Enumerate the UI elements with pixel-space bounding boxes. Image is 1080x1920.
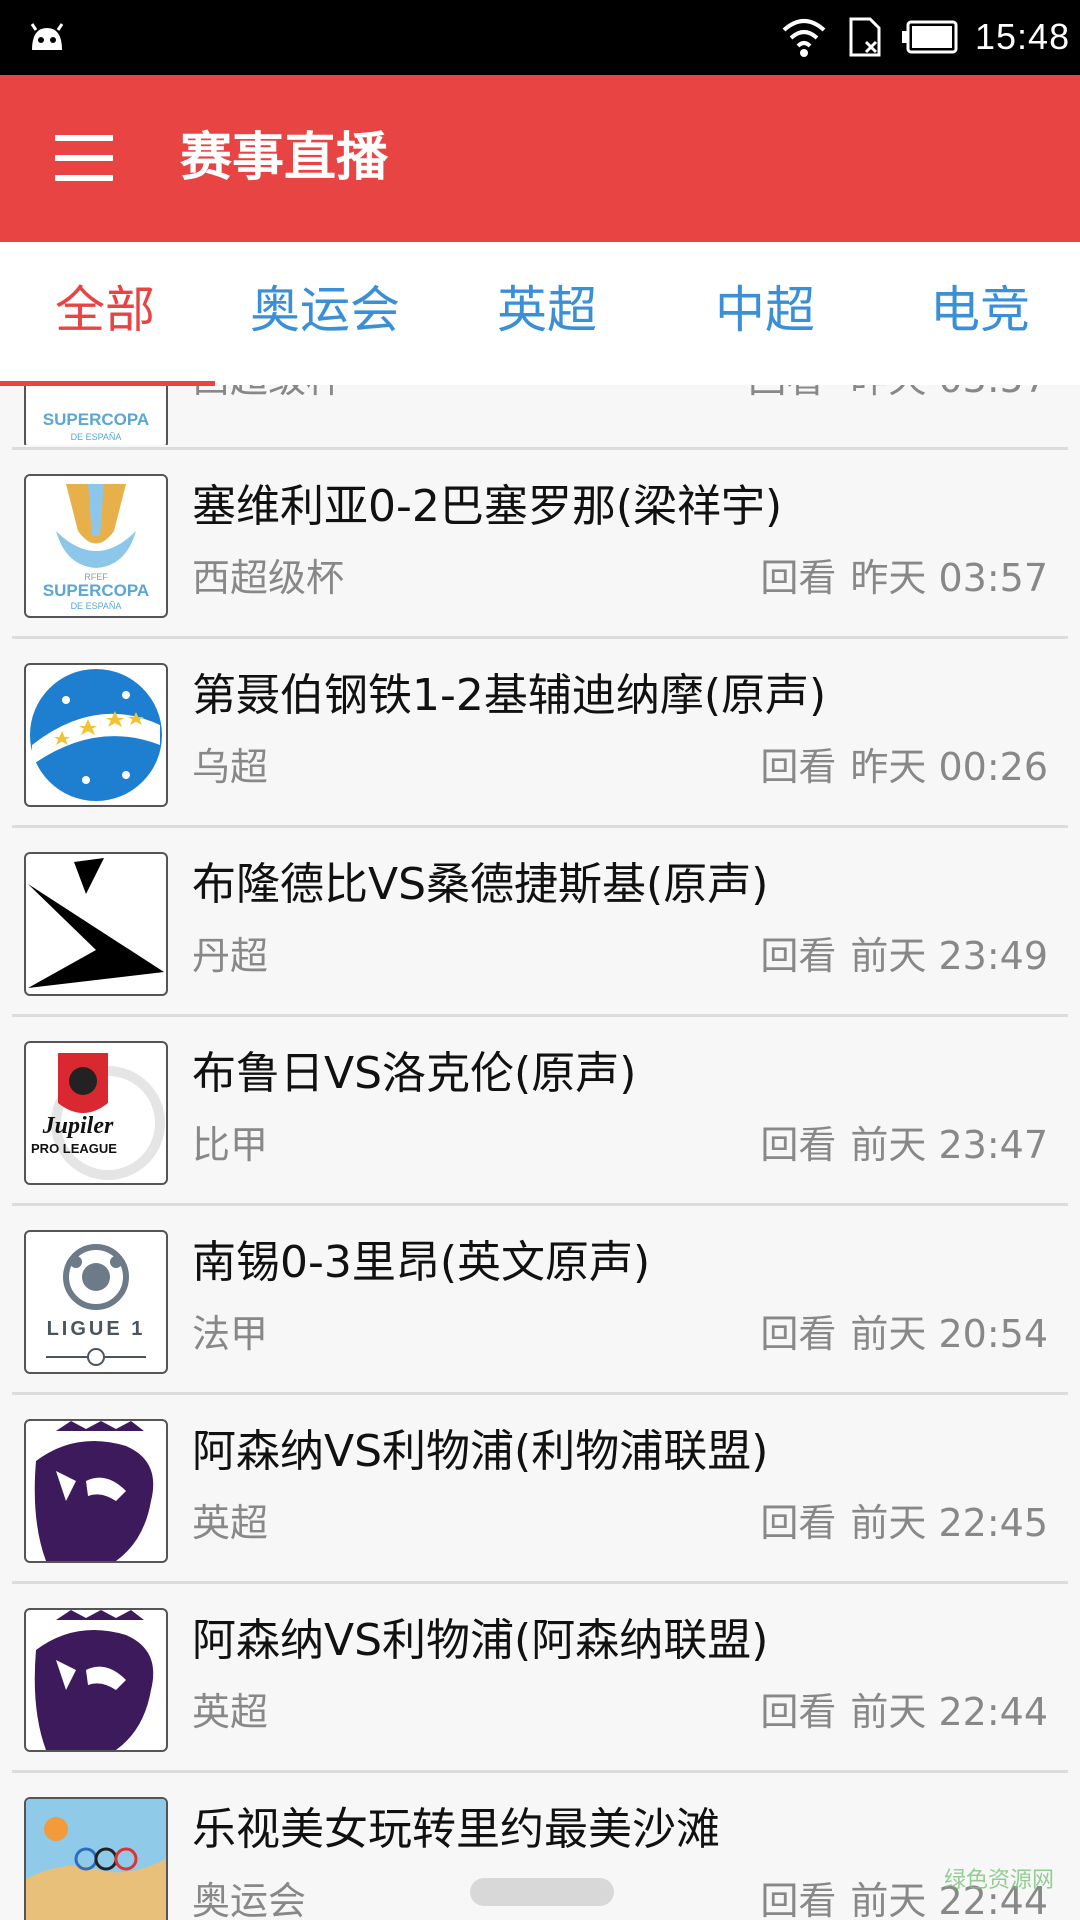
list-item-partial[interactable]: SUPERCOPA DE ESPAÑA 西超级杯 回看 昨天 03:57 <box>12 385 1068 445</box>
list-item[interactable]: 布隆德比VS桑德捷斯基(原声) 丹超 回看 前天 23:49 <box>12 840 1068 1028</box>
scroll-handle[interactable] <box>470 1878 614 1906</box>
list-item-meta: 回看 前天 23:47 <box>760 1121 1048 1169</box>
list-item-meta: 回看 昨天 00:26 <box>760 743 1048 791</box>
match-title: 南锡0-3里昂(英文原声) <box>192 1237 651 1288</box>
league-name: 英超 <box>192 1501 269 1545</box>
match-time: 前天 23:49 <box>850 934 1048 978</box>
divider <box>12 447 1068 450</box>
supercopa-logo-icon: SUPERCOPA DE ESPAÑA <box>24 385 168 445</box>
list-item-meta: 回看 前天 23:49 <box>760 932 1048 980</box>
replay-label: 回看 <box>760 1690 837 1734</box>
page-title: 赛事直播 <box>180 128 389 188</box>
list-item-meta: 回看 前天 20:54 <box>760 1310 1048 1358</box>
match-time: 前天 22:44 <box>850 1690 1048 1734</box>
list-item-meta: 回看 昨天 03:57 <box>760 554 1048 602</box>
tab-premier-league[interactable]: 英超 <box>497 280 597 340</box>
replay-label: 回看 <box>760 745 837 789</box>
match-title: 塞维利亚0-2巴塞罗那(梁祥宇) <box>192 481 783 532</box>
divider <box>12 636 1068 639</box>
replay-label: 回看 <box>760 1879 837 1920</box>
status-time: 15:48 <box>975 16 1071 57</box>
status-bar: 15:48 <box>0 0 1080 75</box>
list-item-time: 昨天 03:57 <box>850 385 1048 401</box>
match-title: 布鲁日VS洛克伦(原声) <box>192 1048 637 1099</box>
divider <box>12 1770 1068 1773</box>
league-name: 乌超 <box>192 745 269 789</box>
divider <box>12 1581 1068 1584</box>
svg-text:DE ESPAÑA: DE ESPAÑA <box>71 432 122 442</box>
league-name: 西超级杯 <box>192 556 345 600</box>
list-item-league: 西超级杯 <box>192 385 344 403</box>
divider <box>12 1203 1068 1206</box>
svg-text:Jupiler: Jupiler <box>42 1113 114 1139</box>
no-sim-icon <box>849 17 881 57</box>
android-icon <box>30 23 64 50</box>
ligue1-logo-icon: LIGUE 1 <box>24 1230 168 1374</box>
divider <box>12 825 1068 828</box>
tab-olympics[interactable]: 奥运会 <box>250 280 400 340</box>
match-title: 阿森纳VS利物浦(阿森纳联盟) <box>192 1615 769 1666</box>
replay-label: 回看 <box>760 1501 837 1545</box>
match-title: 第聂伯钢铁1-2基辅迪纳摩(原声) <box>192 670 827 721</box>
list-item[interactable]: LIGUE 1 南锡0-3里昂(英文原声) 法甲 回看 前天 20:54 <box>12 1218 1068 1406</box>
tab-indicator <box>0 381 215 386</box>
list-item[interactable]: 阿森纳VS利物浦(阿森纳联盟) 英超 回看 前天 22:44 <box>12 1596 1068 1784</box>
match-time: 昨天 00:26 <box>850 745 1048 789</box>
battery-icon <box>902 20 958 54</box>
list-item-meta: 回看 前天 22:44 <box>760 1688 1048 1736</box>
match-time: 前天 23:47 <box>850 1123 1048 1167</box>
match-title: 乐视美女玩转里约最美沙滩 <box>192 1804 720 1855</box>
list-item[interactable]: 阿森纳VS利物浦(利物浦联盟) 英超 回看 前天 22:45 <box>12 1407 1068 1595</box>
svg-text:SUPERCOPA: SUPERCOPA <box>43 581 149 600</box>
danish-superliga-logo-icon <box>24 852 168 996</box>
match-time: 前天 20:54 <box>850 1312 1048 1356</box>
match-time: 昨天 03:57 <box>850 556 1048 600</box>
app-toolbar: 赛事直播 <box>0 75 1080 242</box>
replay-label: 回看 <box>760 1123 837 1167</box>
replay-label: 回看 <box>760 934 837 978</box>
league-name: 英超 <box>192 1690 269 1734</box>
wifi-icon <box>782 19 826 57</box>
tab-csl[interactable]: 中超 <box>715 280 815 340</box>
tab-esports[interactable]: 电竞 <box>930 280 1030 340</box>
olympics-thumbnail-icon <box>24 1797 168 1920</box>
premier-league-logo-icon <box>24 1608 168 1752</box>
league-name: 比甲 <box>192 1123 269 1167</box>
svg-text:SUPERCOPA: SUPERCOPA <box>43 410 149 429</box>
list-item[interactable]: 第聂伯钢铁1-2基辅迪纳摩(原声) 乌超 回看 昨天 00:26 <box>12 651 1068 839</box>
premier-league-logo-icon <box>24 1419 168 1563</box>
category-tabs: 全部 奥运会 英超 中超 电竞 <box>0 242 1080 385</box>
match-title: 阿森纳VS利物浦(利物浦联盟) <box>192 1426 769 1477</box>
league-name: 法甲 <box>192 1312 269 1356</box>
list-item-meta: 回看 昨天 03:57 <box>748 385 1048 403</box>
supercopa-logo-icon: RFEF SUPERCOPA DE ESPAÑA <box>24 474 168 618</box>
tab-all[interactable]: 全部 <box>55 280 155 340</box>
league-name: 奥运会 <box>192 1879 307 1920</box>
svg-text:DE ESPAÑA: DE ESPAÑA <box>71 601 122 611</box>
list-item-meta: 回看 前天 22:45 <box>760 1499 1048 1547</box>
replay-label: 回看 <box>760 1312 837 1356</box>
list-item[interactable]: RFEF SUPERCOPA DE ESPAÑA 塞维利亚0-2巴塞罗那(梁祥宇… <box>12 462 1068 650</box>
replay-label: 回看 <box>748 385 824 401</box>
svg-text:LIGUE 1: LIGUE 1 <box>47 1318 146 1340</box>
svg-text:PRO LEAGUE: PRO LEAGUE <box>31 1141 117 1156</box>
jupiler-pro-league-logo-icon: Jupiler PRO LEAGUE <box>24 1041 168 1185</box>
divider <box>12 1014 1068 1017</box>
ukraine-premier-logo-icon <box>24 663 168 807</box>
match-time: 前天 22:45 <box>850 1501 1048 1545</box>
list-item[interactable]: Jupiler PRO LEAGUE 布鲁日VS洛克伦(原声) 比甲 回看 前天 … <box>12 1029 1068 1217</box>
watermark: 绿色资源网 <box>944 1868 1055 1893</box>
match-title: 布隆德比VS桑德捷斯基(原声) <box>192 859 769 910</box>
replay-label: 回看 <box>760 556 837 600</box>
divider <box>12 1392 1068 1395</box>
hamburger-menu-icon[interactable] <box>55 135 113 181</box>
league-name: 丹超 <box>192 934 269 978</box>
